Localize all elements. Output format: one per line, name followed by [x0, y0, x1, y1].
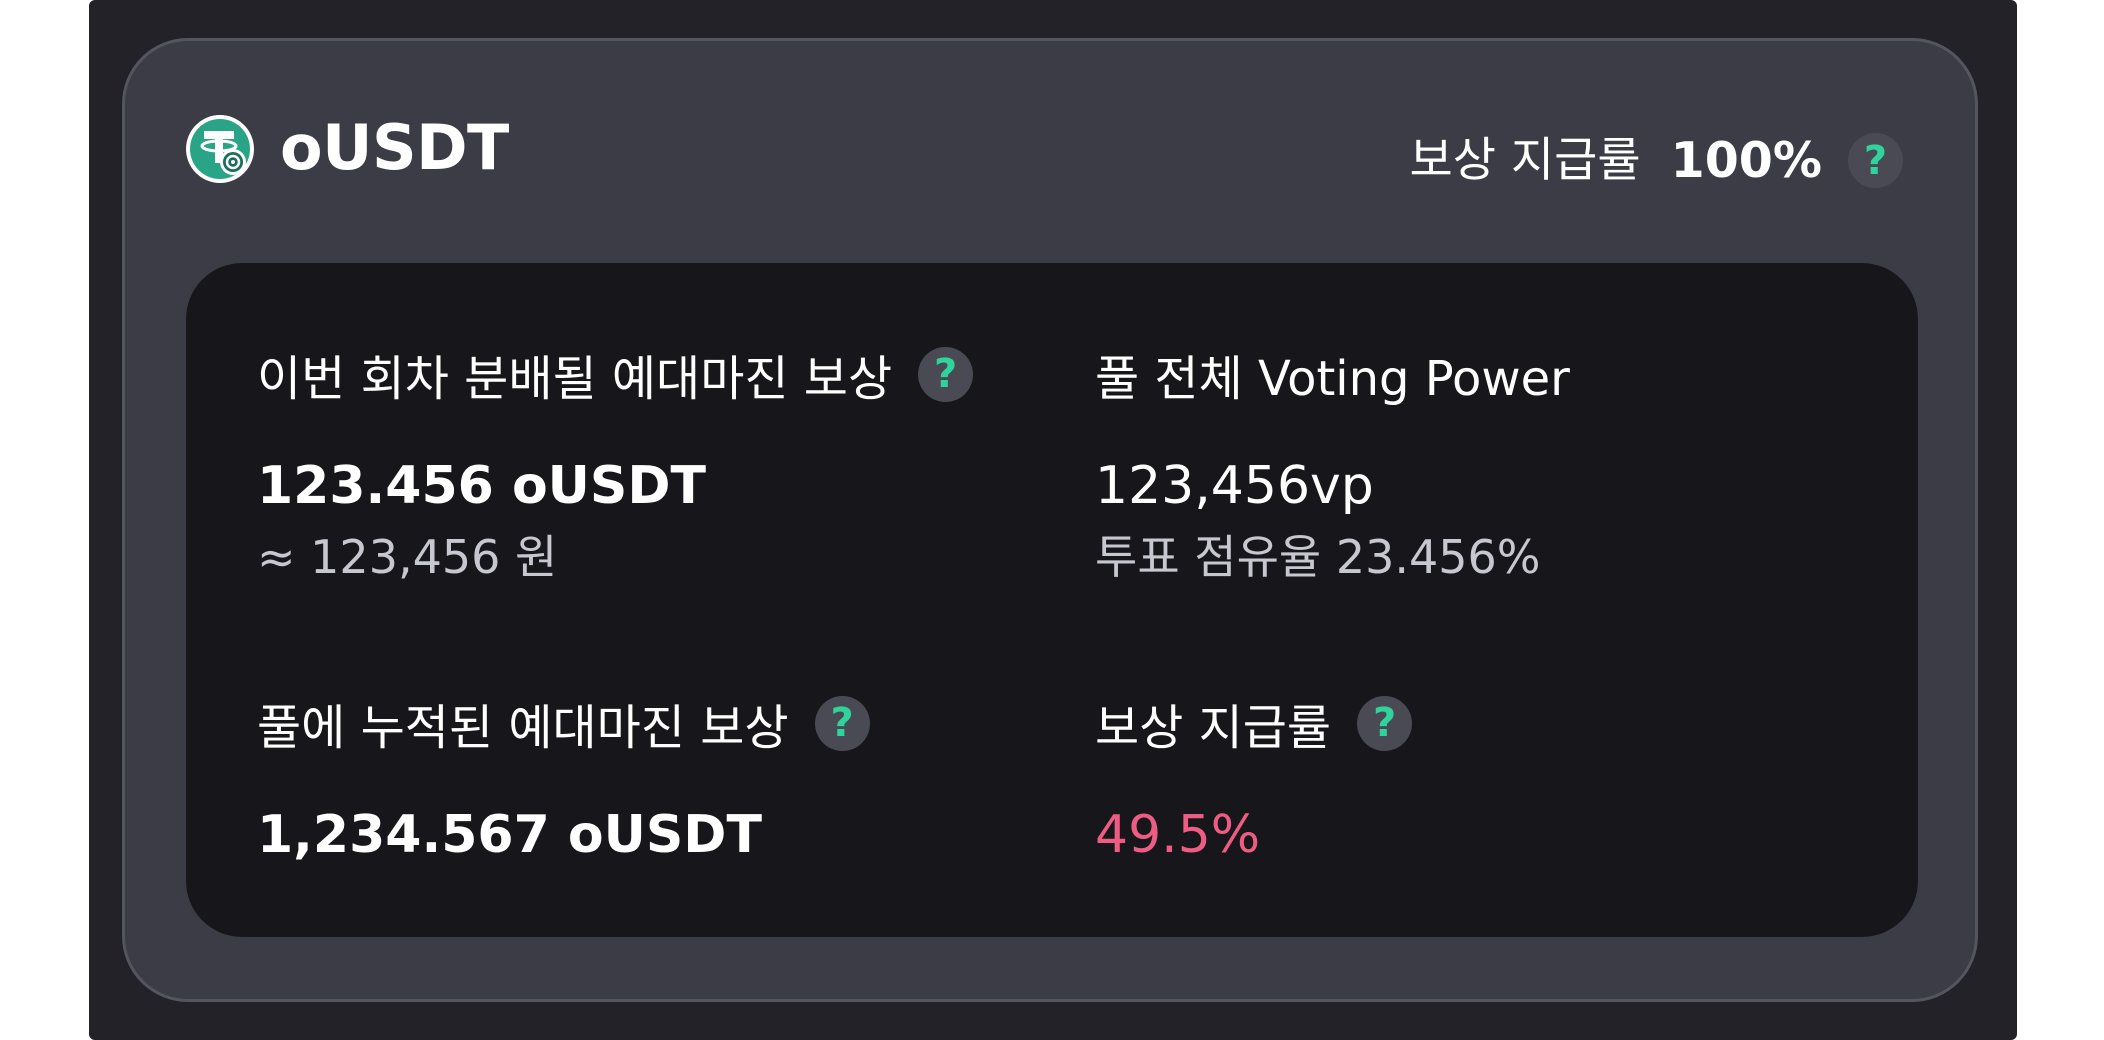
voting-power-label: 풀 전체 Voting Power: [1095, 351, 1570, 407]
round-reward-label: 이번 회차 분배될 예대마진 보상: [257, 351, 893, 407]
payout-rate-value: 49.5%: [1095, 805, 1261, 865]
accumulated-reward-section: 풀에 누적된 예대마진 보상 ? 1,234.567 oUSDT: [257, 693, 870, 861]
payout-rate-section: 보상 지급률 ? 49.5%: [1095, 693, 1413, 865]
round-reward-section: 이번 회차 분배될 예대마진 보상 ? 123.456 oUSDT ≈ 123,…: [257, 344, 974, 584]
token-name: oUSDT: [280, 111, 509, 184]
reward-stats-panel: 이번 회차 분배될 예대마진 보상 ? 123.456 oUSDT ≈ 123,…: [186, 263, 1918, 937]
help-icon[interactable]: ?: [918, 346, 974, 402]
accumulated-reward-label-row: 풀에 누적된 예대마진 보상 ?: [257, 693, 870, 756]
round-reward-label-row: 이번 회차 분배될 예대마진 보상 ?: [257, 344, 974, 407]
payout-rate-label-row: 보상 지급률 ?: [1095, 693, 1413, 756]
pool-reward-card: oUSDT 보상 지급률 100% ? 이번 회차 분배될 예대마진 보상 ? …: [122, 38, 1978, 1002]
card-header: oUSDT 보상 지급률 100% ?: [125, 41, 1975, 263]
accumulated-reward-value: 1,234.567 oUSDT: [257, 805, 762, 865]
accumulated-reward-label: 풀에 누적된 예대마진 보상: [257, 700, 789, 756]
voting-power-label-row: 풀 전체 Voting Power: [1095, 344, 1570, 407]
ousdt-token-icon: [186, 115, 254, 183]
round-reward-value: 123.456 oUSDT: [257, 456, 706, 516]
header-payout-rate: 보상 지급률 100% ?: [1409, 133, 1903, 188]
voting-power-section: 풀 전체 Voting Power 123,456vp 투표 점유율 23.45…: [1095, 344, 1570, 580]
help-icon[interactable]: ?: [1357, 695, 1413, 751]
vote-share-value: 투표 점유율 23.456%: [1095, 530, 1541, 584]
help-icon[interactable]: ?: [814, 695, 870, 751]
round-reward-krw-value: ≈ 123,456 원: [257, 530, 558, 584]
payout-rate-label: 보상 지급률: [1095, 700, 1332, 756]
header-payout-rate-value: 100%: [1670, 132, 1822, 189]
voting-power-value: 123,456vp: [1095, 456, 1374, 516]
help-icon[interactable]: ?: [1848, 133, 1903, 188]
header-payout-rate-label: 보상 지급률: [1409, 133, 1641, 188]
